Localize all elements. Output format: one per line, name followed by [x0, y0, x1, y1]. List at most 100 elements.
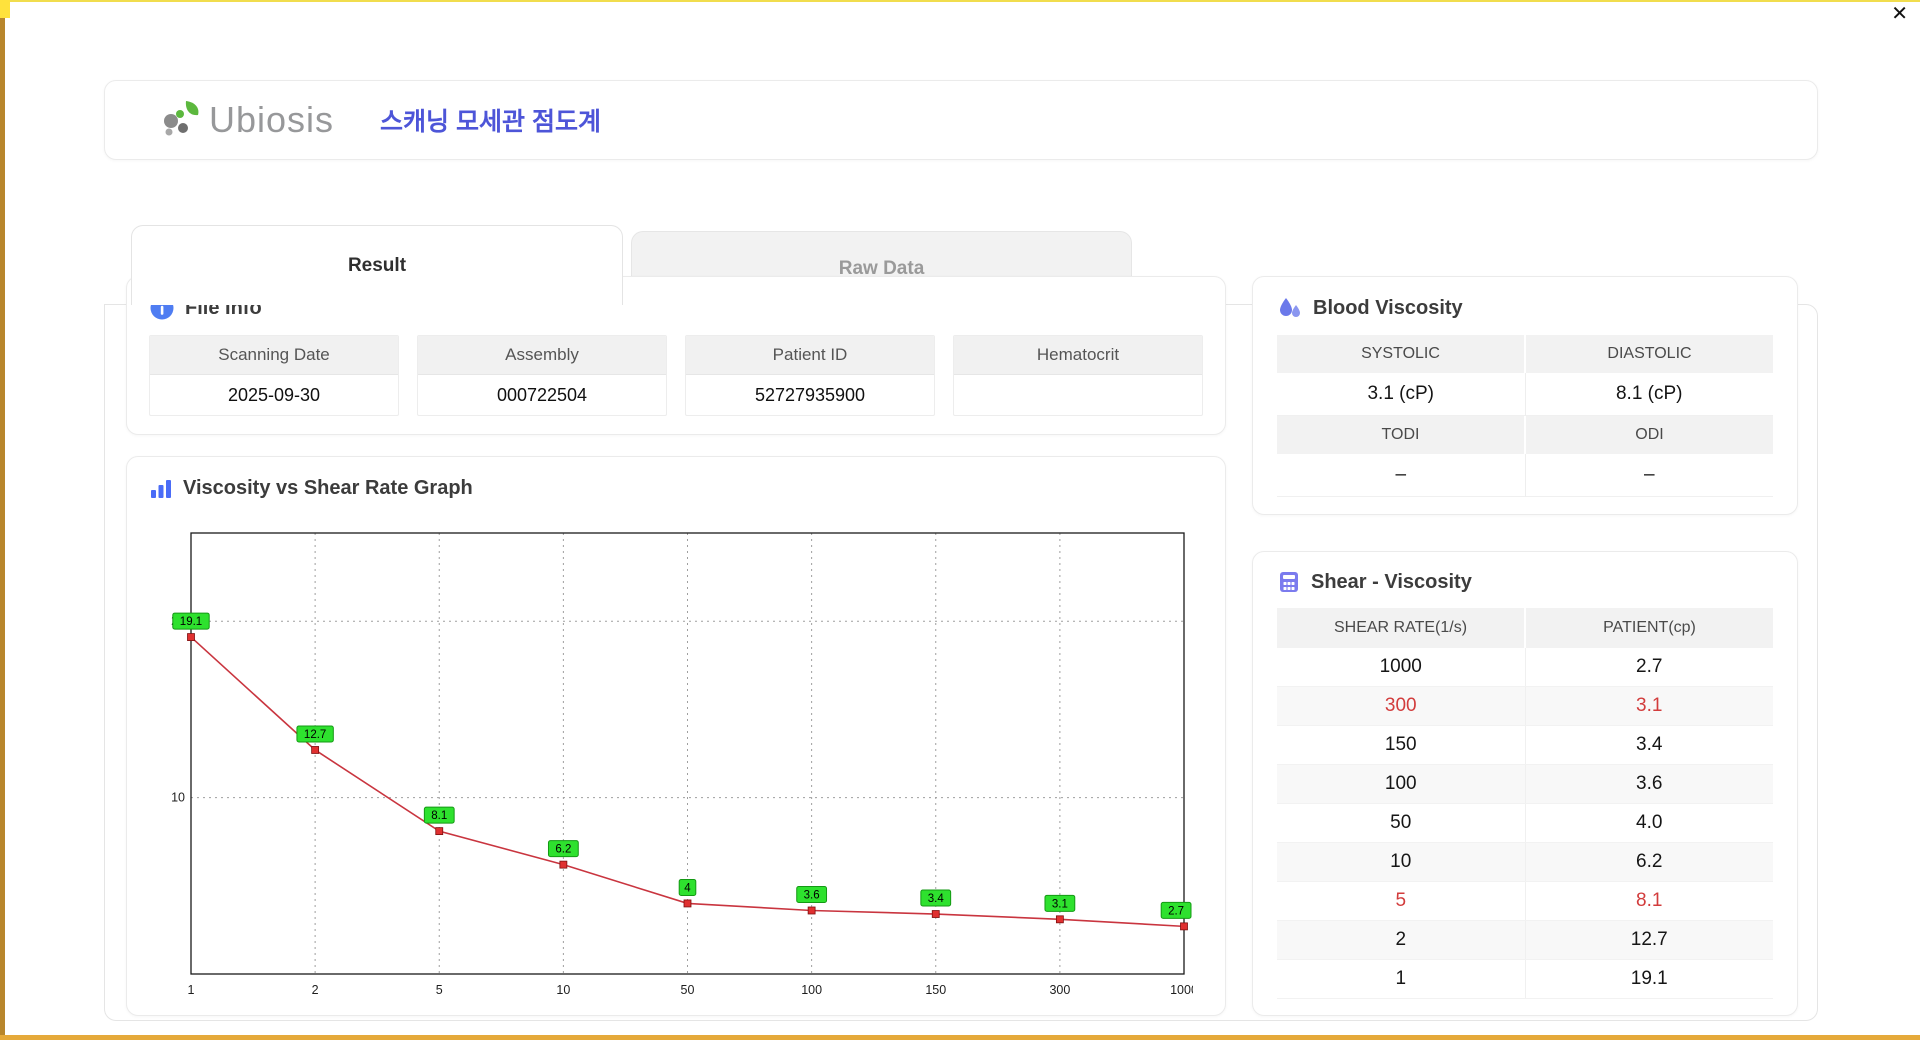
svg-text:19.1: 19.1 — [180, 616, 202, 628]
svg-text:10: 10 — [171, 791, 185, 805]
svg-text:3.6: 3.6 — [804, 889, 820, 901]
shear-rate-column-header: SHEAR RATE(1/s) — [1333, 619, 1468, 636]
shear-rate-cell: 1000 — [1379, 656, 1422, 677]
svg-text:6.2: 6.2 — [555, 844, 571, 856]
systolic-header: SYSTOLIC — [1277, 335, 1524, 373]
brand-logo: Ubiosis — [159, 99, 334, 141]
blood-viscosity-title: Blood Viscosity — [1313, 296, 1463, 319]
table-row: 10 6.2 — [1277, 843, 1773, 882]
table-row: 1000 2.7 — [1277, 648, 1773, 687]
shear-viscosity-body: 1000 2.7 300 3.1 150 3.4 100 3.6 50 4.0 … — [1277, 648, 1773, 999]
table-row: 5 8.1 — [1277, 882, 1773, 921]
brand-name: Ubiosis — [209, 99, 335, 140]
svg-text:1: 1 — [188, 983, 195, 997]
chart-wrap: 102019.112.78.16.243.63.43.12.7125105010… — [153, 529, 1198, 1006]
blood-viscosity-table: SYSTOLIC DIASTOLIC 3.1 (cP) 8.1 (cP) TOD… — [1277, 335, 1773, 497]
shear-rate-cell: 1 — [1395, 968, 1407, 989]
svg-text:12.7: 12.7 — [304, 729, 326, 741]
svg-text:8.1: 8.1 — [431, 810, 447, 822]
ubiosis-leaf-icon — [164, 101, 199, 136]
blood-viscosity-card: Blood Viscosity SYSTOLIC DIASTOLIC 3.1 (… — [1252, 276, 1798, 515]
svg-text:2.7: 2.7 — [1168, 905, 1184, 917]
patient-viscosity-cell: 3.4 — [1524, 726, 1774, 764]
patient-viscosity-cell: 4.0 — [1524, 804, 1774, 842]
patient-viscosity-cell: 8.1 — [1524, 882, 1774, 920]
patient-viscosity-cell: 6.2 — [1524, 843, 1774, 881]
file-info-field-label: Patient ID — [686, 336, 934, 375]
droplet-icon — [1280, 298, 1300, 317]
file-info-field-value: 000722504 — [496, 384, 588, 405]
file-info-field: Hematocrit — [953, 335, 1203, 416]
window-corner-accent — [0, 0, 10, 18]
file-info-field-label: Hematocrit — [954, 336, 1202, 375]
odi-value: – — [1524, 454, 1773, 497]
todi-value: – — [1277, 454, 1525, 497]
svg-text:5: 5 — [436, 983, 443, 997]
file-info-field-label: Scanning Date — [150, 336, 398, 375]
header-bar: Ubiosis 스캐닝 모세관 점도계 — [104, 80, 1818, 160]
close-button[interactable]: ✕ — [1891, 4, 1908, 24]
patient-viscosity-cell: 3.6 — [1524, 765, 1774, 803]
file-info-field-value — [954, 375, 1202, 415]
bv-value-row-2: – – — [1277, 454, 1773, 497]
patient-viscosity-cell: 2.7 — [1524, 648, 1774, 686]
svg-text:3.4: 3.4 — [928, 893, 945, 905]
diastolic-header: DIASTOLIC — [1524, 335, 1773, 373]
table-row: 1 19.1 — [1277, 960, 1773, 999]
svg-text:100: 100 — [801, 983, 822, 997]
graph-card: Viscosity vs Shear Rate Graph 102019.112… — [126, 456, 1226, 1016]
svg-text:10: 10 — [556, 983, 570, 997]
shear-viscosity-table: SHEAR RATE(1/s) PATIENT(cp) 1000 2.7 300… — [1277, 608, 1773, 999]
table-row: 300 3.1 — [1277, 687, 1773, 726]
svg-text:3.1: 3.1 — [1052, 898, 1068, 910]
file-info-fields: Scanning Date 2025-09-30 Assembly 000722… — [149, 335, 1203, 416]
shear-viscosity-title: Shear - Viscosity — [1311, 570, 1472, 593]
file-info-field-label: Assembly — [418, 336, 666, 375]
svg-text:150: 150 — [925, 983, 946, 997]
svg-text:1000: 1000 — [1170, 983, 1193, 997]
viscosity-chart: 102019.112.78.16.243.63.43.12.7125105010… — [171, 532, 1198, 997]
shear-rate-cell: 2 — [1395, 929, 1407, 950]
bar-chart-icon — [151, 479, 171, 498]
shear-viscosity-title-row: Shear - Viscosity — [1277, 570, 1773, 594]
svg-text:50: 50 — [681, 983, 695, 997]
blood-viscosity-title-row: Blood Viscosity — [1277, 295, 1773, 321]
todi-header: TODI — [1277, 416, 1524, 454]
patient-viscosity-cell: 19.1 — [1524, 960, 1774, 998]
table-row: 100 3.6 — [1277, 765, 1773, 804]
svg-text:2: 2 — [312, 983, 319, 997]
page-title: 스캐닝 모세관 점도계 — [380, 108, 601, 136]
file-info-field: Patient ID 52727935900 — [685, 335, 935, 416]
table-row: 50 4.0 — [1277, 804, 1773, 843]
shear-rate-cell: 10 — [1390, 851, 1412, 872]
svg-text:4: 4 — [684, 882, 691, 894]
patient-viscosity-cell: 3.1 — [1524, 687, 1774, 725]
calculator-icon — [1280, 572, 1298, 592]
window-border-left — [0, 0, 5, 1040]
bv-header-row-2: TODI ODI — [1277, 416, 1773, 454]
window-border-top — [0, 0, 1920, 2]
bv-header-row-1: SYSTOLIC DIASTOLIC — [1277, 335, 1773, 373]
patient-viscosity-cell: 12.7 — [1524, 921, 1774, 959]
file-info-field-value: 52727935900 — [754, 384, 866, 405]
file-info-field-value: 2025-09-30 — [227, 384, 321, 405]
systolic-value: 3.1 (cP) — [1277, 373, 1525, 416]
table-row: 2 12.7 — [1277, 921, 1773, 960]
graph-title: Viscosity vs Shear Rate Graph — [183, 477, 473, 499]
shear-rate-cell: 5 — [1395, 890, 1407, 911]
shear-rate-cell: 50 — [1390, 812, 1412, 833]
odi-header: ODI — [1524, 416, 1773, 454]
table-row: 150 3.4 — [1277, 726, 1773, 765]
graph-title-row: Viscosity vs Shear Rate Graph — [149, 477, 1203, 500]
file-info-field: Assembly 000722504 — [417, 335, 667, 416]
patient-column-header: PATIENT(cp) — [1524, 608, 1773, 648]
shear-rate-cell: 150 — [1384, 734, 1417, 755]
shear-viscosity-header-row: SHEAR RATE(1/s) PATIENT(cp) — [1277, 608, 1773, 648]
bv-value-row-1: 3.1 (cP) 8.1 (cP) — [1277, 373, 1773, 416]
window-border-bottom — [0, 1035, 1920, 1040]
diastolic-value: 8.1 (cP) — [1524, 373, 1773, 416]
tab-result[interactable]: Result — [131, 225, 623, 305]
shear-viscosity-card: Shear - Viscosity SHEAR RATE(1/s) PATIEN… — [1252, 551, 1798, 1016]
svg-text:300: 300 — [1049, 983, 1070, 997]
shear-rate-cell: 300 — [1384, 695, 1417, 716]
